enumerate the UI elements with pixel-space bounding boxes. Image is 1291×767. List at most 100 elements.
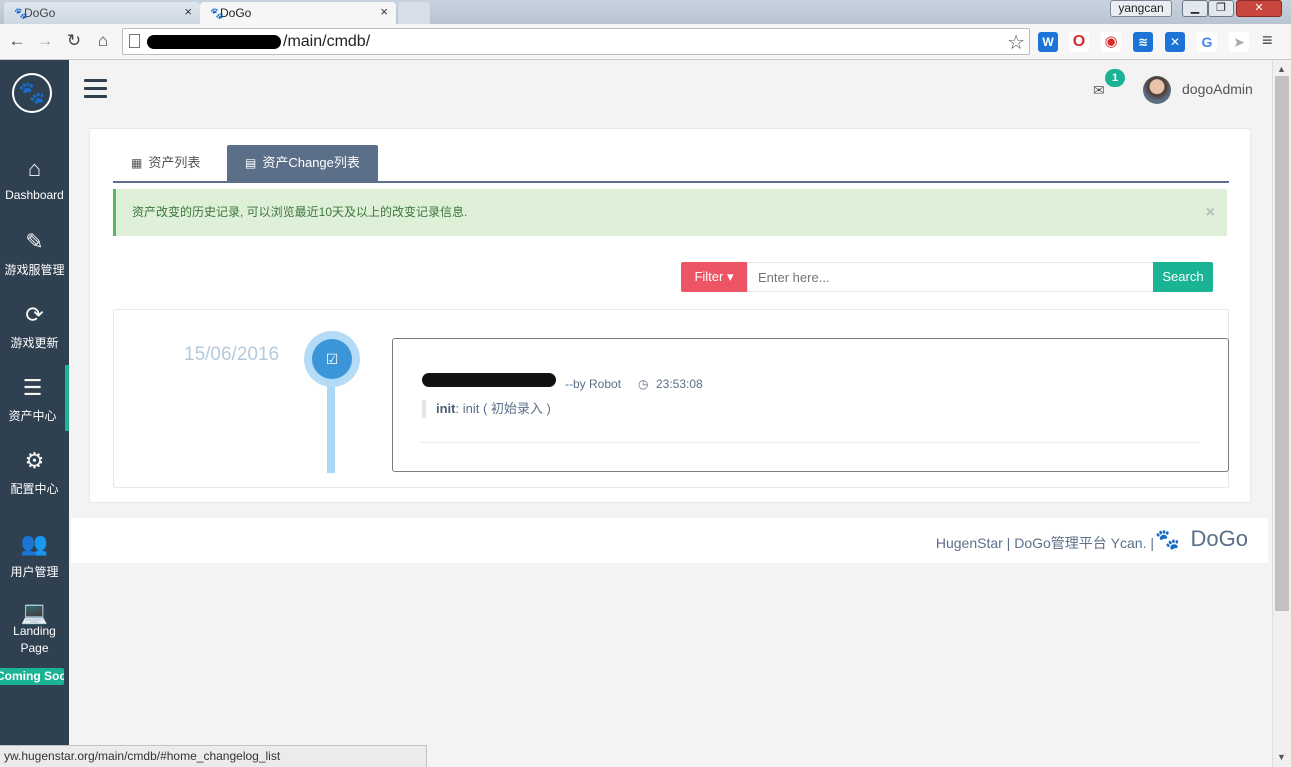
divider (420, 442, 1200, 443)
entry-author: --by Robot (565, 377, 622, 391)
sidebar-item-game-update[interactable]: ⟳ 游戏更新 (0, 302, 69, 351)
sidebar-item-label: 游戏更新 (10, 336, 59, 350)
check-square-icon: ☑ (312, 339, 352, 379)
caret-down-icon: ▾ (726, 269, 734, 284)
tab-asset-change-list[interactable]: ▤ 资产Change列表 (227, 145, 378, 181)
close-icon[interactable]: × (380, 4, 388, 19)
star-icon[interactable]: ☆ (1007, 30, 1025, 55)
list-icon: ▤ (245, 156, 257, 170)
refresh-icon: ⟳ (25, 302, 44, 327)
sidebar-item-label: Dashboard (5, 188, 64, 202)
url-text: /main/cmdb/ (283, 33, 371, 50)
user-name[interactable]: dogoAdmin (1182, 81, 1253, 97)
sidebar: 🐾 ⌂ Dashboard ✎ 游戏服管理 ⟳ 游戏更新 ☰ 资产中心 ⚙ 配置… (0, 60, 69, 767)
paw-icon: 🐾 (210, 8, 224, 20)
footer-brand: DoGo (1190, 526, 1248, 551)
sidebar-item-label: 用户管理 (10, 565, 59, 579)
mail-count-badge: 1 (1105, 69, 1125, 87)
browser-tab-1[interactable]: 🐾 DoGo × (4, 2, 200, 24)
tab-asset-list[interactable]: ▦ 资产列表 (113, 145, 218, 181)
sidebar-item-label: 游戏服管理 (4, 263, 65, 277)
timeline-marker: ☑ (304, 331, 360, 387)
extension-cursor-icon[interactable]: ➤ (1229, 32, 1249, 52)
sidebar-item-label: Landing Page (13, 624, 56, 655)
page-icon (129, 34, 140, 48)
sidebar-item-config[interactable]: ⚙ 配置中心 (0, 448, 69, 497)
grid-icon: ▦ (131, 156, 143, 170)
tab-bar: ▦ 资产列表 ▤ 资产Change列表 (113, 145, 1229, 183)
browser-tab-title: DoGo (220, 6, 252, 20)
entry-time: 23:53:08 (656, 377, 703, 391)
cogs-icon: ⚙ (24, 448, 45, 473)
footer-text: HugenStar | DoGo管理平台 Ycan. | (935, 535, 1154, 551)
entry-description: init: init ( 初始录入 ) (422, 400, 551, 418)
filter-button[interactable]: Filter ▾ (681, 262, 747, 292)
tab-label: 资产Change列表 (262, 155, 360, 170)
users-icon: 👥 (20, 531, 49, 556)
sidebar-item-assets[interactable]: ☰ 资产中心 (0, 365, 69, 431)
scroll-up-icon[interactable]: ▲ (1277, 64, 1286, 74)
browser-menu-icon[interactable]: ≡ (1262, 30, 1273, 51)
sidebar-item-label: 配置中心 (10, 482, 59, 496)
browser-profile[interactable]: yangcan (1110, 0, 1172, 17)
sidebar-item-label: 资产中心 (8, 409, 57, 423)
sidebar-item-landing-page[interactable]: 💻 Landing Page (0, 600, 69, 657)
extension-w-icon[interactable]: W (1038, 32, 1058, 52)
edit-icon: ✎ (25, 229, 44, 254)
sidebar-item-dashboard[interactable]: ⌂ Dashboard (0, 156, 69, 202)
laptop-icon: 💻 (20, 600, 49, 625)
search-button[interactable]: Search (1153, 262, 1213, 292)
forward-icon[interactable]: → (34, 30, 56, 52)
logo-paw-icon[interactable]: 🐾 (12, 73, 52, 113)
redacted-host (422, 373, 556, 387)
reload-icon[interactable]: ↻ (63, 30, 85, 52)
paw-icon: 🐾 (1155, 529, 1180, 551)
timeline: 15/06/2016 ☑ --by Robot ◷ 23:53:08 init:… (113, 309, 1229, 488)
back-icon[interactable]: ← (6, 30, 28, 52)
avatar[interactable] (1143, 76, 1171, 104)
browser-tab-title: DoGo (24, 6, 56, 20)
entry-detail: : init ( 初始录入 ) (455, 401, 551, 416)
redacted-host (147, 35, 281, 49)
footer: HugenStar | DoGo管理平台 Ycan. | 🐾 DoGo (71, 518, 1268, 563)
extension-wave-icon[interactable]: ≋ (1133, 32, 1153, 52)
database-icon: ☰ (22, 375, 43, 400)
tab-label: 资产列表 (148, 155, 201, 170)
address-bar[interactable]: /main/cmdb/ ☆ (122, 28, 1030, 55)
search-input[interactable] (747, 262, 1154, 292)
entry-field: init (436, 401, 456, 416)
browser-titlebar: 🐾 DoGo × 🐾 DoGo × yangcan ▁ ❐ ✕ (0, 0, 1291, 24)
alert-text: 资产改变的历史记录, 可以浏览最近10天及以上的改变记录信息. (132, 205, 468, 219)
top-navbar: ✉ 1 dogoAdmin (69, 60, 1272, 120)
extension-weibo-icon[interactable]: ◉ (1101, 32, 1121, 52)
home-icon[interactable]: ⌂ (92, 30, 114, 52)
info-alert: 资产改变的历史记录, 可以浏览最近10天及以上的改变记录信息. × (113, 189, 1227, 236)
minimize-button[interactable]: ▁ (1182, 0, 1208, 17)
browser-toolbar: ← → ↻ ⌂ /main/cmdb/ ☆ W O ◉ ≋ ✕ G ➤ ≡ (0, 24, 1291, 60)
filter-label: Filter (694, 269, 724, 284)
vertical-scrollbar[interactable]: ▲ ▼ (1272, 60, 1291, 767)
coming-soon-label: Coming Soon (0, 669, 64, 683)
close-icon[interactable]: × (184, 4, 192, 19)
maximize-button[interactable]: ❐ (1208, 0, 1234, 17)
coming-soon-badge: Coming Soon (0, 668, 64, 685)
main-panel: ▦ 资产列表 ▤ 资产Change列表 资产改变的历史记录, 可以浏览最近10天及以… (89, 128, 1251, 503)
paw-icon: 🐾 (14, 8, 28, 20)
scroll-down-icon[interactable]: ▼ (1277, 752, 1286, 762)
timeline-entry: --by Robot ◷ 23:53:08 init: init ( 初始录入 … (392, 338, 1229, 472)
browser-tab-2[interactable]: 🐾 DoGo × (200, 2, 396, 24)
extension-translate-icon[interactable]: G (1197, 32, 1217, 52)
extension-opera-icon[interactable]: O (1069, 32, 1089, 52)
window-close-button[interactable]: ✕ (1236, 0, 1282, 17)
home-icon: ⌂ (27, 156, 42, 181)
extension-x-icon[interactable]: ✕ (1165, 32, 1185, 52)
new-tab-button[interactable] (398, 2, 430, 24)
sidebar-item-users[interactable]: 👥 用户管理 (0, 531, 69, 580)
clock-icon: ◷ (638, 377, 649, 391)
sidebar-item-game-servers[interactable]: ✎ 游戏服管理 (0, 229, 69, 278)
menu-toggle-icon[interactable] (84, 79, 107, 98)
envelope-icon[interactable]: ✉ (1093, 82, 1105, 99)
close-icon[interactable]: × (1206, 189, 1215, 236)
scroll-thumb[interactable] (1275, 76, 1289, 611)
timeline-date: 15/06/2016 (184, 344, 280, 365)
